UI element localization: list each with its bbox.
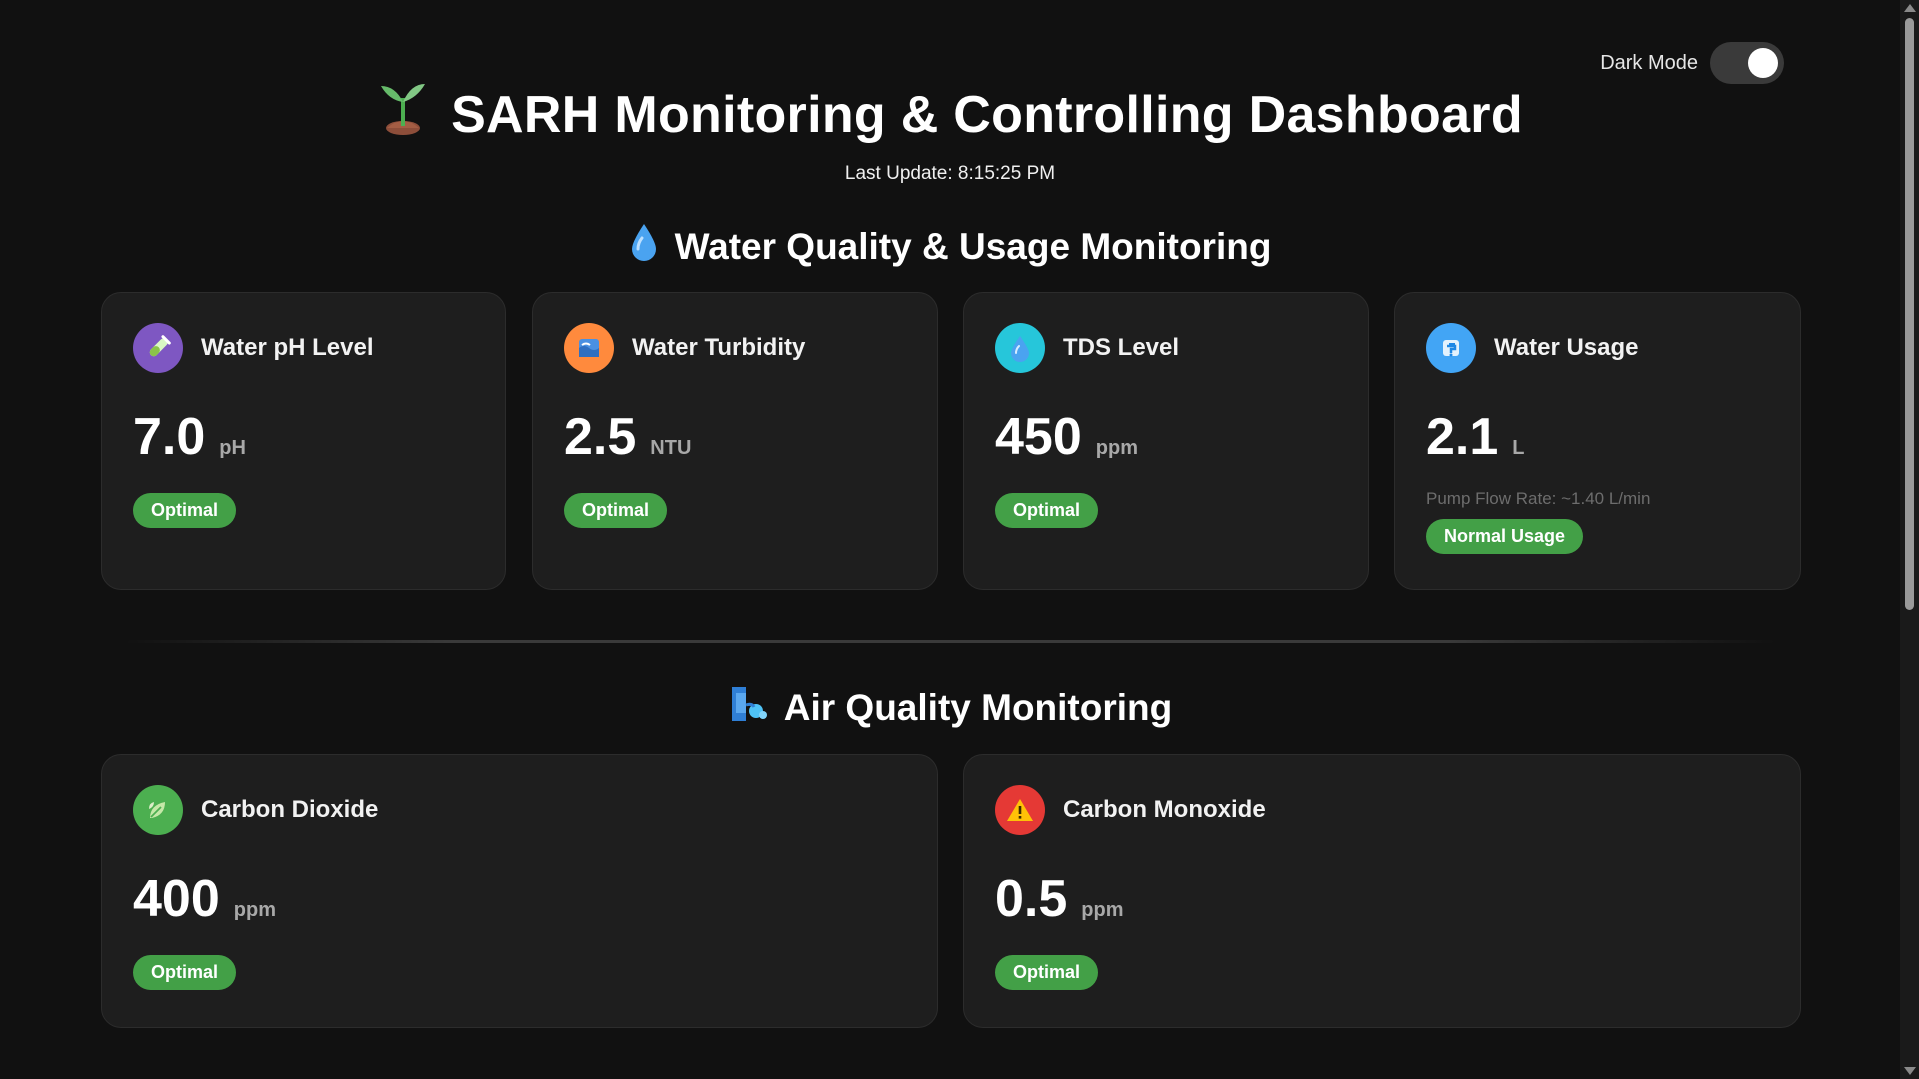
tds-unit: ppm [1095, 437, 1138, 459]
pump-flow-rate-text: Pump Flow Rate: ~1.40 L/min [1426, 489, 1651, 508]
co-unit: ppm [1081, 899, 1124, 921]
turbidity-card: Water Turbidity 2.5 NTU Optimal [532, 292, 938, 590]
status-badge: Optimal [995, 493, 1099, 528]
faucet-icon [1426, 323, 1476, 373]
water-usage-value: 2.1 [1426, 408, 1499, 466]
leaf-icon [133, 785, 183, 835]
section-divider [125, 640, 1775, 643]
turbidity-value: 2.5 [564, 408, 637, 466]
droplet-icon [629, 222, 659, 271]
page-scrollbar[interactable] [1900, 0, 1919, 1079]
co2-value: 400 [133, 870, 220, 928]
card-title: Water Usage [1494, 334, 1639, 361]
water-usage-card: Water Usage 2.1 L Pump Flow Rate: ~1.40 … [1394, 292, 1801, 590]
air-section-title: Air Quality Monitoring [0, 683, 1900, 732]
card-title: Carbon Dioxide [201, 796, 379, 823]
page-title: SARH Monitoring & Controlling Dashboard [451, 85, 1523, 144]
co-value: 0.5 [995, 870, 1068, 928]
co2-card: Carbon Dioxide 400 ppm Optimal [101, 754, 938, 1028]
water-section-title-text: Water Quality & Usage Monitoring [674, 225, 1272, 267]
card-title: Water pH Level [201, 334, 374, 361]
wind-face-icon [728, 683, 768, 732]
turbidity-unit: NTU [650, 437, 692, 459]
dark-mode-toggle-group: Dark Mode [1600, 42, 1784, 84]
drop-icon [995, 323, 1045, 373]
scrollbar-thumb[interactable] [1905, 18, 1914, 610]
co2-unit: ppm [233, 899, 276, 921]
scroll-up-arrow-icon[interactable] [1904, 4, 1916, 12]
water-usage-unit: L [1512, 437, 1525, 459]
air-section-title-text: Air Quality Monitoring [783, 686, 1173, 728]
scroll-down-arrow-icon[interactable] [1904, 1067, 1916, 1075]
card-title: TDS Level [1063, 334, 1180, 361]
last-update-text: Last Update: 8:15:25 PM [844, 163, 1056, 184]
status-badge: Optimal [133, 493, 237, 528]
status-badge: Optimal [995, 955, 1099, 990]
tds-value: 450 [995, 408, 1082, 466]
co-card: Carbon Monoxide 0.5 ppm Optimal [963, 754, 1801, 1028]
page-header: SARH Monitoring & Controlling Dashboard … [0, 80, 1900, 185]
tds-level-card: TDS Level 450 ppm Optimal [963, 292, 1369, 590]
dark-mode-toggle[interactable] [1710, 42, 1784, 84]
test-tube-icon [133, 323, 183, 373]
water-wave-icon [564, 323, 614, 373]
warning-icon [995, 785, 1045, 835]
dark-mode-label: Dark Mode [1600, 51, 1698, 74]
status-badge: Optimal [564, 493, 668, 528]
ph-value: 7.0 [133, 408, 206, 466]
ph-unit: pH [219, 437, 246, 459]
card-title: Water Turbidity [632, 334, 806, 361]
toggle-knob [1748, 48, 1778, 78]
status-badge: Normal Usage [1426, 519, 1584, 554]
dashboard-page: Dark Mode SARH Monitoring & Controlling … [0, 0, 1900, 1079]
card-title: Carbon Monoxide [1063, 796, 1266, 823]
ph-level-card: Water pH Level 7.0 pH Optimal [101, 292, 506, 590]
seedling-icon [377, 80, 429, 149]
status-badge: Optimal [133, 955, 237, 990]
water-section-title: Water Quality & Usage Monitoring [0, 222, 1900, 271]
